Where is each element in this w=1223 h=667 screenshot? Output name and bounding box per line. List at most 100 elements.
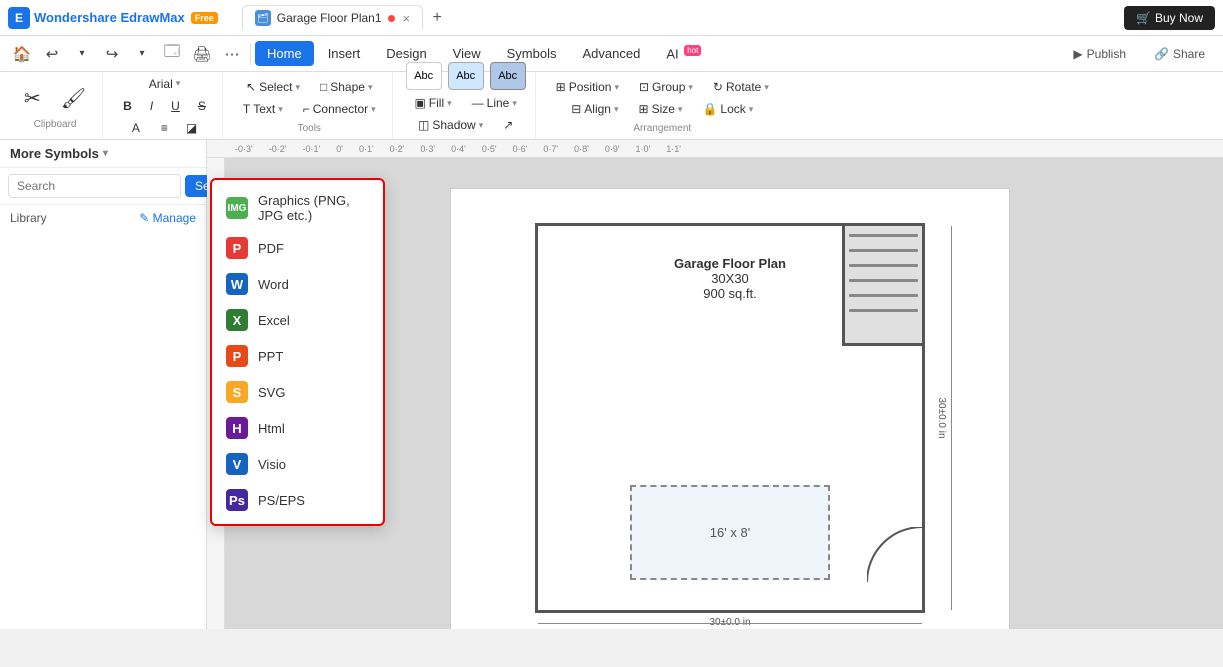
export-html-icon: H: [226, 417, 248, 439]
shape-icon: □: [320, 80, 327, 94]
export-item-word[interactable]: W Word: [212, 266, 383, 302]
export-item-pdf[interactable]: P PDF: [212, 230, 383, 266]
plan-area: 900 sq.ft.: [674, 286, 786, 301]
export-item-excel[interactable]: X Excel: [212, 302, 383, 338]
line-btn[interactable]: — Line ▾: [464, 93, 525, 113]
copy-format-btn[interactable]: 🖌: [53, 82, 94, 115]
menu-ai-label: AI: [666, 46, 678, 61]
style-box-2[interactable]: Abc: [448, 62, 484, 90]
italic-btn[interactable]: I: [142, 96, 161, 116]
styles-expand-btn[interactable]: ↗: [495, 115, 521, 135]
select-btn[interactable]: ↖ Select ▾: [238, 77, 308, 97]
tab-garage-floor-plan[interactable]: 🗂 Garage Floor Plan1 ×: [242, 5, 423, 30]
align-label: Align: [584, 102, 611, 116]
cart-icon: 🛒: [1136, 11, 1151, 25]
bold-btn[interactable]: B: [115, 96, 140, 116]
export-item-visio[interactable]: V Visio: [212, 446, 383, 482]
visio-icon-text: V: [233, 457, 242, 472]
underline-btn[interactable]: U: [163, 96, 188, 116]
arrangement-group: ⊞ Position ▾ ⊡ Group ▾ ↻ Rotate ▾ ⊟ Alig…: [540, 72, 785, 139]
export-ppt-label: PPT: [258, 349, 283, 364]
shadow-row: ◫ Shadow ▾ ↗: [410, 115, 521, 135]
lock-btn[interactable]: 🔒 Lock ▾: [694, 99, 761, 119]
font-selector[interactable]: Arial ▾: [141, 74, 189, 94]
undo-btn[interactable]: ↩: [38, 40, 66, 68]
connector-btn[interactable]: ⌐ Connector ▾: [295, 99, 384, 119]
redo-dropdown[interactable]: ▾: [128, 40, 156, 68]
export-item-html[interactable]: H Html: [212, 410, 383, 446]
cut-btn[interactable]: ✂: [16, 82, 49, 115]
more-symbols-label: More Symbols: [10, 146, 99, 161]
tools-group: ↖ Select ▾ □ Shape ▾ T Text ▾ ⌐ Connecto…: [227, 72, 393, 139]
export-item-png[interactable]: IMG Graphics (PNG, JPG etc.): [212, 186, 383, 230]
align-left-btn[interactable]: ≡: [153, 118, 176, 138]
export-item-svg[interactable]: S SVG: [212, 374, 383, 410]
menu-insert[interactable]: Insert: [316, 41, 373, 66]
size-icon: ⊞: [639, 102, 649, 116]
search-input[interactable]: [8, 174, 181, 198]
door-arc-svg: [867, 527, 922, 582]
buy-now-button[interactable]: 🛒 Buy Now: [1124, 6, 1215, 30]
floor-plan-paper[interactable]: Garage Floor Plan 30X30 900 sq.ft.: [450, 188, 1010, 629]
style-box-3[interactable]: Abc: [490, 62, 526, 90]
clipboard-group: ✂ 🖌 Clipboard: [8, 72, 103, 139]
export-visio-label: Visio: [258, 457, 286, 472]
font-color-btn[interactable]: A: [124, 118, 151, 138]
more-tools-btn[interactable]: ⋯: [218, 40, 246, 68]
undo-dropdown[interactable]: ▾: [68, 40, 96, 68]
export-excel-icon: X: [226, 309, 248, 331]
redo-btn[interactable]: ↪: [98, 40, 126, 68]
menu-advanced[interactable]: Advanced: [570, 41, 652, 66]
print-icon[interactable]: 🖨: [188, 40, 216, 68]
tab-close-icon[interactable]: ×: [403, 11, 411, 26]
sidebar-header: More Symbols ▾: [0, 140, 206, 168]
group-label: Group: [652, 80, 685, 94]
text-chevron: ▾: [278, 104, 283, 115]
expand-icon: ↗: [503, 118, 513, 132]
shape-btn[interactable]: □ Shape ▾: [312, 77, 380, 97]
menu-home[interactable]: Home: [255, 41, 314, 66]
lock-icon: 🔒: [702, 102, 717, 116]
export-pseps-icon: Ps: [226, 489, 248, 511]
door-line-5: [849, 294, 918, 297]
text-label: Text: [253, 102, 275, 116]
export-dropdown: IMG Graphics (PNG, JPG etc.) P PDF W Wor…: [210, 178, 385, 526]
fill-btn[interactable]: ▣ Fill ▾: [406, 93, 459, 113]
search-area: Search: [0, 168, 206, 205]
export-item-ppt[interactable]: P PPT: [212, 338, 383, 374]
align-btn[interactable]: ⊟ Align ▾: [563, 99, 626, 119]
share-button[interactable]: 🔗 Share: [1144, 43, 1215, 65]
new-tab-button[interactable]: +: [425, 6, 449, 30]
size-btn[interactable]: ⊞ Size ▾: [631, 99, 691, 119]
font-row2: B I U S: [115, 96, 214, 116]
publish-button[interactable]: ▶ Publish: [1063, 43, 1136, 65]
fill-color-row-btn[interactable]: ◪: [178, 118, 205, 138]
separator: [250, 43, 251, 65]
new-window-icon[interactable]: 🗔: [158, 40, 186, 68]
menu-ai[interactable]: AI hot: [654, 41, 713, 66]
tab-bar: 🗂 Garage Floor Plan1 × +: [242, 5, 449, 30]
manage-button[interactable]: ✎ Manage: [139, 211, 196, 225]
align-chevron: ▾: [614, 104, 619, 115]
home-icon-btn[interactable]: 🏠: [8, 40, 36, 68]
export-item-pseps[interactable]: Ps PS/EPS: [212, 482, 383, 518]
font-chevron: ▾: [176, 78, 181, 89]
free-badge: Free: [191, 12, 218, 24]
shadow-btn[interactable]: ◫ Shadow ▾: [410, 115, 491, 135]
strikethrough-btn[interactable]: S: [190, 96, 214, 116]
position-btn[interactable]: ⊞ Position ▾: [548, 77, 627, 97]
clipboard-row: ✂ 🖌: [16, 82, 94, 115]
line-label: Line: [487, 96, 510, 110]
select-label: Select: [259, 80, 292, 94]
style-box-1[interactable]: Abc: [406, 62, 442, 90]
png-icon-text: IMG: [228, 203, 247, 214]
menu-bar: 🏠 ↩ ▾ ↪ ▾ 🗔 🖨 ⋯ Home Insert Design View …: [0, 36, 1223, 72]
excel-icon-text: X: [233, 313, 242, 328]
tools-row1: ↖ Select ▾ □ Shape ▾: [238, 77, 380, 97]
tab-unsaved-dot: [388, 15, 395, 22]
connector-label: Connector: [313, 102, 368, 116]
ruler-tick-2: 0·2': [382, 144, 413, 154]
rotate-btn[interactable]: ↻ Rotate ▾: [705, 77, 777, 97]
text-btn[interactable]: T Text ▾: [235, 99, 291, 119]
group-btn[interactable]: ⊡ Group ▾: [631, 77, 701, 97]
